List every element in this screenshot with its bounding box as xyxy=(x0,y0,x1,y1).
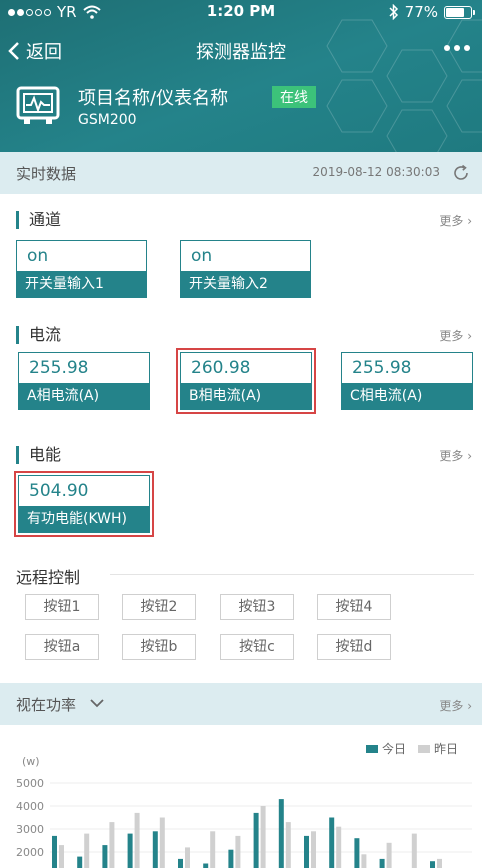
bar xyxy=(228,849,234,868)
meter-icon xyxy=(16,86,60,124)
y-tick-label: 2000 xyxy=(16,846,44,859)
control-button-d[interactable]: 按钮d xyxy=(317,634,391,660)
power-title[interactable]: 视在功率 xyxy=(16,694,76,715)
bar xyxy=(77,856,83,868)
battery-icon xyxy=(444,5,475,19)
device-model: GSM200 xyxy=(78,112,137,128)
power-chart: 今日 昨日 (w) 2000 3000 4000 5000 xyxy=(0,725,482,868)
card-label: 有功电能(KWH) xyxy=(19,506,149,532)
header: YR 1:20 PM 77% 返回 探测器监控 项目名称/仪表名称 在线 GSM… xyxy=(0,0,482,152)
card-label: C相电流(A) xyxy=(342,383,472,409)
y-axis-label: (w) xyxy=(22,755,40,768)
bar xyxy=(354,838,360,868)
card-label: 开关量输入2 xyxy=(181,271,310,297)
bluetooth-icon xyxy=(389,4,398,20)
divider xyxy=(110,574,474,575)
bar xyxy=(260,806,266,868)
card-label: 开关量输入1 xyxy=(17,271,146,297)
bar xyxy=(311,831,316,868)
current-card-b: 260.98 B相电流(A) xyxy=(180,352,312,410)
current-card-a: 255.98 A相电流(A) xyxy=(18,352,150,410)
refresh-icon[interactable] xyxy=(452,164,470,182)
device-info: 项目名称/仪表名称 在线 GSM200 xyxy=(16,84,466,134)
section-title-energy: 电能 xyxy=(16,446,61,464)
status-badge: 在线 xyxy=(272,86,316,108)
realtime-title: 实时数据 xyxy=(16,165,77,183)
bar xyxy=(430,861,435,868)
card-value: 255.98 xyxy=(29,358,89,378)
bar xyxy=(253,812,259,868)
remote-control-title: 远程控制 xyxy=(16,568,81,587)
realtime-timestamp: 2019-08-12 08:30:03 xyxy=(312,165,440,179)
chevron-down-icon[interactable] xyxy=(90,698,104,708)
channel-card-2: on 开关量输入2 xyxy=(180,240,311,298)
y-tick-label: 4000 xyxy=(16,800,44,813)
control-button-a[interactable]: 按钮a xyxy=(25,634,99,660)
bar xyxy=(159,817,165,868)
status-bar: YR 1:20 PM 77% xyxy=(0,0,482,24)
bar xyxy=(379,858,385,868)
control-button-4[interactable]: 按钮4 xyxy=(317,594,391,620)
card-value: 255.98 xyxy=(352,358,412,378)
y-tick-label: 5000 xyxy=(16,777,44,790)
card-label: A相电流(A) xyxy=(19,383,149,409)
card-value: 260.98 xyxy=(191,358,251,378)
bar xyxy=(134,812,140,868)
bar xyxy=(210,831,216,868)
current-card-c: 255.98 C相电流(A) xyxy=(341,352,473,410)
control-button-1[interactable]: 按钮1 xyxy=(25,594,99,620)
card-value: on xyxy=(191,246,213,266)
bar xyxy=(329,817,335,868)
bar xyxy=(411,833,417,868)
card-value: on xyxy=(27,246,49,266)
bar xyxy=(59,845,64,868)
bar xyxy=(203,863,209,868)
bar-chart: 今日 昨日 (w) 2000 3000 4000 5000 xyxy=(16,741,472,868)
bar xyxy=(386,842,392,868)
legend-label: 昨日 xyxy=(434,742,458,756)
control-button-2[interactable]: 按钮2 xyxy=(122,594,196,620)
control-button-c[interactable]: 按钮c xyxy=(220,634,294,660)
more-link-channel[interactable]: 更多 › xyxy=(439,212,472,229)
more-link-energy[interactable]: 更多 › xyxy=(439,447,472,464)
card-value: 504.90 xyxy=(29,481,89,501)
bar xyxy=(304,835,309,868)
legend-swatch xyxy=(418,745,430,753)
channel-card-1: on 开关量输入1 xyxy=(16,240,147,298)
bar xyxy=(336,826,342,868)
bar xyxy=(437,858,442,868)
bar xyxy=(278,799,284,868)
section-title-channel: 通道 xyxy=(16,211,61,229)
bar xyxy=(127,833,133,868)
card-label: B相电流(A) xyxy=(181,383,311,409)
legend-label: 今日 xyxy=(382,741,406,756)
more-link-current[interactable]: 更多 › xyxy=(439,327,472,344)
bar xyxy=(84,833,90,868)
bar xyxy=(52,835,57,868)
more-link-power[interactable]: 更多 › xyxy=(439,697,472,714)
more-menu-button[interactable] xyxy=(444,45,470,51)
bar xyxy=(152,831,158,868)
bar xyxy=(235,835,241,868)
bar xyxy=(285,822,291,868)
bar xyxy=(102,845,108,868)
battery-percent: 77% xyxy=(404,3,438,21)
device-name: 项目名称/仪表名称 xyxy=(78,88,229,109)
energy-card: 504.90 有功电能(KWH) xyxy=(18,475,150,533)
bar xyxy=(185,847,190,868)
navigation-bar: 返回 探测器监控 xyxy=(0,30,482,70)
power-header: 视在功率 更多 › xyxy=(0,683,482,725)
bar xyxy=(178,858,183,868)
control-button-3[interactable]: 按钮3 xyxy=(220,594,294,620)
control-button-b[interactable]: 按钮b xyxy=(122,634,196,660)
page-title: 探测器监控 xyxy=(196,42,286,63)
bar xyxy=(361,854,367,868)
y-tick-label: 3000 xyxy=(16,823,44,836)
legend-swatch xyxy=(366,745,378,753)
section-title-current: 电流 xyxy=(16,326,61,344)
bar xyxy=(109,822,115,868)
realtime-header: 实时数据 2019-08-12 08:30:03 xyxy=(0,152,482,194)
